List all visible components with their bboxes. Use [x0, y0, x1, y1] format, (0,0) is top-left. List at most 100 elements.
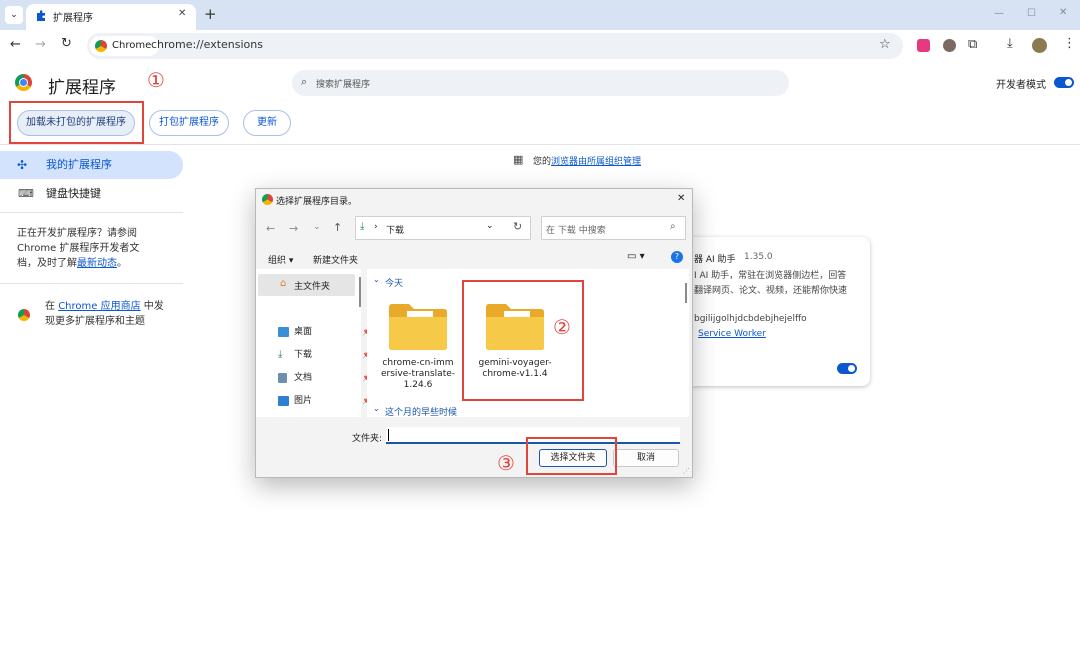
- folder-icon: [389, 304, 447, 350]
- extension-pink-icon[interactable]: [917, 39, 930, 52]
- document-icon: [278, 373, 287, 383]
- close-window-button[interactable]: ✕: [1059, 7, 1067, 18]
- webstore-note: 在 Chrome 应用商店 中发现更多扩展程序和主题: [45, 301, 164, 327]
- building-icon: ▦: [513, 153, 524, 166]
- annotation-box-1: [9, 101, 144, 144]
- dlg-nav-pane: ⌂ 主文件夹 桌面 📌 ⤓ 下载 📌 文档 📌 图片 📌: [256, 269, 372, 417]
- tab-close-icon[interactable]: ✕: [178, 8, 186, 19]
- chrome-logo-icon: [95, 40, 107, 52]
- reload-icon[interactable]: ↻: [61, 36, 72, 51]
- annotation-2: ②: [553, 315, 571, 339]
- annotation-box-2: [462, 280, 584, 401]
- managed-notice: 您的浏览器由所属组织管理: [533, 157, 642, 167]
- url-text: chrome://extensions: [151, 38, 263, 51]
- group-chevron-icon[interactable]: ⌄: [373, 404, 380, 413]
- dlg-search-placeholder: 在 下载 中搜索: [546, 226, 606, 236]
- extension-desc-1: I AI 助手，常驻在浏览器侧边栏，回答: [694, 271, 847, 281]
- dev-mode-toggle[interactable]: [1054, 77, 1074, 88]
- download-icon[interactable]: ⤓: [1007, 36, 1013, 51]
- folder-item[interactable]: chrome-cn-immersive-translate-1.24.6: [377, 295, 459, 405]
- title-bar: ⌄ 扩展程序 ✕ + — ☐ ✕: [0, 0, 1080, 30]
- chrome-webstore-icon: [18, 309, 30, 321]
- extension-enable-toggle[interactable]: [837, 363, 857, 374]
- chrome-webstore-link[interactable]: Chrome 应用商店: [58, 301, 140, 312]
- dev-mode-label: 开发者模式: [996, 80, 1046, 91]
- chevron-down-icon: ⌄: [10, 10, 18, 20]
- sidebar-divider-2: [0, 283, 183, 284]
- page-title: 扩展程序: [48, 78, 116, 98]
- back-arrow-icon[interactable]: ←: [10, 37, 21, 52]
- dlg-search-input[interactable]: 在 下载 中搜索 ⌕: [541, 216, 686, 240]
- address-bar[interactable]: Chrome chrome://extensions ☆: [87, 33, 903, 59]
- nav-pictures[interactable]: 图片 📌: [278, 392, 372, 410]
- group-chevron-icon[interactable]: ⌄: [373, 275, 380, 284]
- tab-title: 扩展程序: [53, 13, 93, 24]
- nav-home-item[interactable]: ⌂ 主文件夹: [258, 274, 355, 296]
- new-tab-button[interactable]: +: [204, 5, 217, 23]
- sidebar-item-my-extensions[interactable]: ✣ 我的扩展程序: [0, 151, 183, 179]
- annotation-1: ①: [147, 68, 165, 92]
- extension-avatar-icon[interactable]: [943, 39, 956, 52]
- dlg-up-icon[interactable]: ↑: [333, 221, 342, 234]
- tab-extensions[interactable]: 扩展程序 ✕: [26, 4, 196, 30]
- chrome-logo-icon: [15, 74, 32, 91]
- latest-news-link[interactable]: 最新动态: [77, 258, 117, 269]
- folder-name: chrome-cn-immersive-translate-1.24.6: [381, 358, 456, 390]
- site-chip-label: Chrome: [112, 40, 152, 51]
- sidebar-divider: [0, 212, 183, 213]
- site-info-chip[interactable]: Chrome: [90, 36, 160, 56]
- header-divider: [0, 144, 1080, 145]
- chrome-logo-icon: [262, 194, 273, 205]
- menu-dots-icon[interactable]: ⋮: [1063, 36, 1076, 51]
- search-placeholder: 搜索扩展程序: [316, 80, 371, 90]
- download-icon: ⤓: [278, 349, 283, 360]
- new-folder-button[interactable]: 新建文件夹: [313, 253, 358, 266]
- nav-home-label: 主文件夹: [294, 282, 331, 292]
- dlg-forward-icon[interactable]: →: [289, 222, 298, 235]
- puzzle-icon: [37, 10, 45, 21]
- dlg-back-icon[interactable]: ←: [266, 222, 275, 235]
- organize-button[interactable]: 组织 ▾: [268, 253, 293, 266]
- nav-downloads[interactable]: ⤓ 下载 📌: [278, 346, 372, 364]
- minimize-button[interactable]: —: [994, 8, 1004, 19]
- search-extensions-input[interactable]: ⌕ 搜索扩展程序: [292, 70, 789, 96]
- extension-id: bgilijgolhjdcbdebjhejelffo: [694, 314, 807, 324]
- dlg-recent-chevron-icon[interactable]: ⌄: [313, 222, 321, 232]
- nav-desktop[interactable]: 桌面 📌: [278, 323, 372, 341]
- group-today: 今天: [385, 279, 404, 289]
- view-options-icon[interactable]: ▭ ▾: [627, 251, 645, 262]
- dlg-path-bar[interactable]: ⤓ › 下载 ⌄ ↻: [355, 216, 531, 240]
- extensions-puzzle-icon[interactable]: ⧉: [968, 37, 977, 52]
- nav-scrollbar[interactable]: [359, 277, 361, 307]
- extension-version: 1.35.0: [744, 252, 773, 262]
- path-chevron-icon[interactable]: ⌄: [486, 221, 494, 231]
- search-icon: ⌕: [670, 221, 676, 232]
- nav-documents[interactable]: 文档 📌: [278, 369, 372, 387]
- keyboard-icon: ⌨: [18, 187, 34, 200]
- help-icon[interactable]: ?: [671, 251, 683, 263]
- maximize-button[interactable]: ☐: [1027, 8, 1036, 19]
- pack-extension-button[interactable]: 打包扩展程序: [149, 110, 229, 136]
- dialog-close-icon[interactable]: ✕: [677, 193, 685, 204]
- folder-label: 文件夹:: [352, 434, 383, 444]
- managed-link[interactable]: 浏览器由所属组织管理: [551, 157, 641, 167]
- forward-arrow-icon[interactable]: →: [35, 37, 46, 52]
- annotation-3: ③: [497, 451, 515, 475]
- service-worker-link[interactable]: Service Worker: [698, 329, 766, 339]
- star-icon[interactable]: ☆: [879, 37, 891, 52]
- path-item: 下载: [386, 226, 405, 236]
- tab-search-button[interactable]: ⌄: [5, 6, 23, 24]
- profile-avatar[interactable]: [1032, 38, 1047, 53]
- dev-docs-note: 正在开发扩展程序？请参阅 Chrome 扩展程序开发者文档，及时了解最新动态。: [17, 228, 140, 269]
- extension-desc-2: 翻译网页、论文、视频，还能帮你快速: [694, 286, 848, 296]
- dlg-refresh-icon[interactable]: ↻: [513, 220, 522, 233]
- sidebar-item-keyboard-shortcuts[interactable]: ⌨ 键盘快捷键: [0, 180, 183, 208]
- resize-grip-icon[interactable]: ⋰: [683, 467, 690, 475]
- dialog-title: 选择扩展程序目录。: [276, 197, 358, 207]
- browser-toolbar: ← → ↻ Chrome chrome://extensions ☆ ⧉ ⤓ ⋮: [0, 30, 1080, 62]
- update-button[interactable]: 更新: [243, 110, 291, 136]
- file-pane-scrollbar[interactable]: [685, 283, 687, 303]
- cancel-button[interactable]: 取消: [613, 449, 679, 467]
- group-earlier: 这个月的早些时候: [385, 408, 458, 418]
- extension-name: 器 AI 助手: [694, 255, 736, 265]
